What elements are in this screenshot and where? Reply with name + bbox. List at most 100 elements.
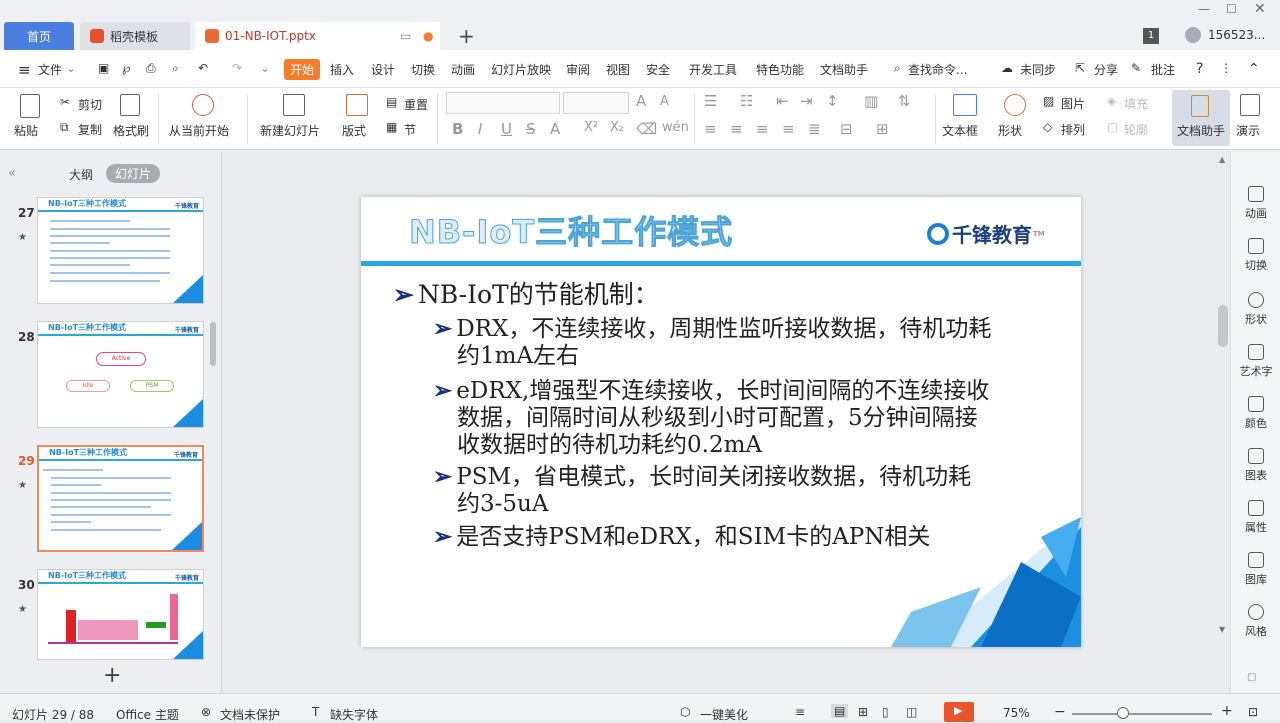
collapse-ribbon-icon[interactable]: ⌃ [1248,61,1260,77]
zoom-in-icon[interactable]: + [1221,703,1233,719]
sub-bullet-drx[interactable]: ➢ DRX，不连续接收，周期性监听接收数据，待机功耗约1mA左右 [433,315,993,370]
menu-review[interactable]: 审阅 [566,61,590,78]
tab-outline[interactable]: 大纲 [69,166,93,183]
slide-title[interactable]: NB-IoT三种工作模式 [408,207,733,253]
comment-button[interactable]: 批注 [1151,61,1175,78]
copy-button[interactable]: 复制 [78,121,102,138]
textbox-button[interactable]: 文本框 [942,122,978,139]
menu-transition[interactable]: 切换 [411,61,435,78]
menu-features[interactable]: 特色功能 [756,61,804,78]
indent-icon[interactable]: ⇥ [800,92,813,110]
new-slide-button[interactable]: 新建幻灯片 [260,122,320,139]
save-icon[interactable]: ▣ [98,61,109,75]
redo-icon[interactable]: ↷ [232,61,242,75]
hamburger-icon[interactable]: ≡ [18,61,31,79]
panel-chart[interactable]: 图表 [1231,448,1280,483]
undo-icon[interactable]: ↶ [198,61,208,75]
collapse-panel-icon[interactable]: « [8,166,16,181]
tab-slides[interactable]: 幻灯片 [106,164,161,183]
text-direction-icon[interactable]: ⇅ [898,92,911,110]
panel-wordart[interactable]: 艺术字 [1231,344,1280,379]
zoom-out-icon[interactable]: − [1054,704,1066,720]
picture-button[interactable]: 图片 [1061,95,1085,112]
normal-view-icon[interactable]: ▤ [831,704,849,718]
menu-start[interactable]: 开始 [284,59,321,80]
slide-thumbnail-30[interactable]: NB-IoT三种工作模式 千锋教育 [37,569,204,660]
missing-font-button[interactable]: 缺失字体 [330,706,378,723]
maximize-icon[interactable]: ☐ [1226,2,1237,16]
reading-view-icon[interactable]: ▯ [882,705,889,719]
align-text-icon[interactable]: ⊟ [840,120,853,138]
notes-icon[interactable]: ≡ [795,705,805,719]
panel-transition[interactable]: 切换 [1231,238,1280,273]
font-color-icon[interactable]: A [550,120,560,138]
underline-icon[interactable]: U [501,120,512,138]
main-bullet[interactable]: ➢ NB-IoT的节能机制： [393,275,659,311]
slide-thumbnail-29[interactable]: NB-IoT三种工作模式 千锋教育 [37,445,204,552]
paste-button[interactable]: 粘贴 [14,122,38,139]
sync-icon[interactable]: ☁ [1001,61,1013,75]
arrange-button[interactable]: 排列 [1061,121,1085,138]
menu-security[interactable]: 安全 [646,61,670,78]
panel-properties[interactable]: 属性 [1231,500,1280,535]
phonetic-icon[interactable]: wén [662,120,689,135]
copy-icon[interactable]: ⧉ [60,120,69,135]
canvas-scroll-thumb[interactable] [1218,305,1228,347]
theme-name[interactable]: Office 主题 [116,706,179,723]
panel-style[interactable]: 风格 [1231,604,1280,639]
textbox-icon[interactable] [953,94,977,116]
sub-bullet-edrx[interactable]: ➢ eDRX,增强型不连续接收，长时间间隔的不连续接收数据，间隔时间从秒级到小时可… [433,377,993,459]
panel-color[interactable]: 颜色 [1231,396,1280,431]
tab-daoke[interactable]: 稻壳模板 [80,22,190,50]
fill-icon[interactable]: ◈ [1107,94,1116,108]
chevron-down-icon[interactable]: ⌄ [66,61,76,75]
arrange-icon[interactable]: ◇ [1043,120,1052,134]
more-icon[interactable]: ⋮ [1220,61,1232,75]
menu-doc-helper[interactable]: 文档助手 [820,61,868,78]
strikethrough-icon[interactable]: S [526,120,536,138]
avatar[interactable] [1185,27,1201,43]
paste-icon[interactable] [20,94,40,118]
print-preview-icon[interactable]: ⌕ [172,61,179,76]
search-command[interactable]: 查找命令... [908,61,967,78]
pin-icon[interactable]: ▭ [400,29,411,43]
tab-home[interactable]: 首页 [4,22,74,50]
new-slide-icon[interactable] [283,94,305,116]
align-left-icon[interactable]: ≡ [704,120,717,138]
quick-access-chevron-icon[interactable]: ⌄ [260,61,270,75]
zoom-slider-handle[interactable] [1117,707,1129,719]
align-right-icon[interactable]: ≡ [756,120,769,138]
window-count-badge[interactable]: 1 [1143,28,1159,44]
numbered-list-icon[interactable]: ☷ [740,92,753,110]
increase-font-icon[interactable]: A [636,92,646,110]
picture-icon[interactable]: ▨ [1043,94,1054,108]
zoom-level[interactable]: 75% [1003,706,1030,720]
new-tab-button[interactable]: + [458,24,475,48]
menu-slideshow[interactable]: 幻灯片放映 [491,61,551,78]
menu-animation[interactable]: 动画 [451,61,475,78]
panel-expand-icon[interactable]: ▢ [1247,672,1256,683]
font-name-select[interactable] [446,92,560,114]
from-current-button[interactable]: 从当前开始 [169,122,229,139]
align-center-icon[interactable]: ≡ [730,120,743,138]
section-button[interactable]: 节 [404,121,416,138]
scroll-down-icon[interactable]: ▼ [1219,625,1225,634]
layout-icon[interactable] [346,94,368,116]
scroll-up-icon[interactable]: ▲ [1219,155,1225,164]
panel-shape[interactable]: 形状 [1231,292,1280,327]
fit-view-icon[interactable]: ◫ [906,705,917,719]
sorter-view-icon[interactable]: ⊞ [858,705,868,719]
line-spacing-icon[interactable]: ↕ [826,92,839,110]
present-button[interactable]: 演示 [1236,122,1260,139]
present-icon[interactable] [1240,94,1260,116]
cut-button[interactable]: 剪切 [78,96,102,113]
tab-pptx[interactable]: 01-NB-IOT.pptx ▭ ● [195,22,440,50]
shape-button[interactable]: 形状 [998,122,1022,139]
share-icon[interactable]: ⇱ [1075,61,1085,75]
panel-animation[interactable]: 动画 [1231,186,1280,221]
reset-icon[interactable]: ▤ [386,95,397,109]
search-icon[interactable]: ⌕ [894,61,901,76]
subscript-icon[interactable]: X₂ [610,120,624,135]
outdent-icon[interactable]: ⇤ [776,92,789,110]
font-size-select[interactable] [563,92,629,114]
